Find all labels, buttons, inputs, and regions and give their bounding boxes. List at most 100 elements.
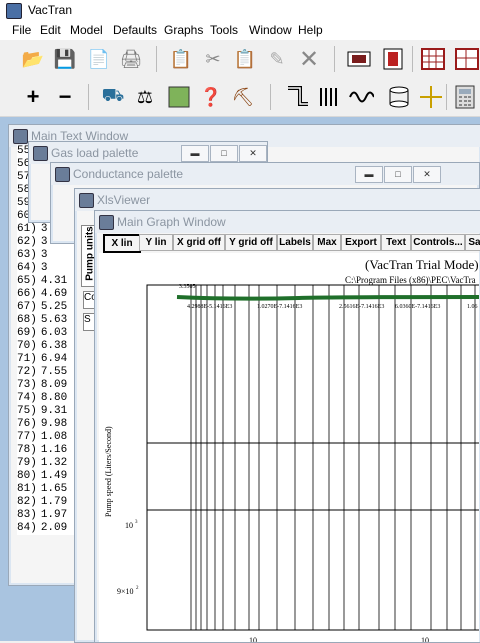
cylinder-icon[interactable] (384, 82, 414, 112)
max-button[interactable]: Max (313, 234, 341, 251)
cut-scissors-icon[interactable]: ✂ (198, 44, 228, 74)
graph-path: C:\Program Files (x86)\PEC\VacTra (345, 275, 476, 285)
row-number: 69) (17, 327, 37, 339)
grid-table-icon[interactable] (418, 44, 448, 74)
vacuum-chamber-icon[interactable]: ⛟ (98, 82, 128, 112)
row-value: 3 (40, 262, 48, 274)
y-tick-1e3: 10 (125, 521, 133, 530)
window-icon (99, 215, 114, 230)
balance-scale-icon[interactable]: ⚖ (130, 82, 160, 112)
grid-table-icon-svg (421, 48, 445, 70)
toolbar-separator (412, 46, 413, 72)
menu-help[interactable]: Help (298, 23, 323, 37)
row-number: 65) (17, 275, 37, 287)
toolbar-separator (446, 84, 447, 110)
gas-load-palette-title: Gas load palette (51, 146, 139, 160)
system-model-icon[interactable] (378, 44, 408, 74)
add-plus-icon[interactable]: + (18, 82, 48, 112)
row-number: 71) (17, 353, 37, 365)
row-value: 3 (40, 249, 48, 261)
x-lin-button[interactable]: X lin (103, 234, 141, 253)
y-lin-button[interactable]: Y lin (139, 234, 173, 251)
material-panel-icon[interactable] (164, 82, 194, 112)
edit-check-icon[interactable]: ✎ (262, 44, 292, 74)
paste-icon[interactable]: 📋 (230, 44, 260, 74)
row-value: 1.97 (40, 509, 68, 521)
open-folder-icon[interactable]: 📂 (18, 44, 48, 74)
conductance-palette-title: Conductance palette (73, 167, 184, 181)
row-number: 76) (17, 418, 37, 430)
tube-bundle-icon-svg (320, 88, 337, 106)
tool-wrench-icon[interactable]: ⛏ (228, 82, 258, 112)
y-tick-9e2: 9×10 (117, 587, 134, 596)
minimize-button[interactable]: ▬ (355, 166, 383, 183)
row-number: 74) (17, 392, 37, 404)
save-disk-icon[interactable]: 💾 (50, 44, 80, 74)
pipe-elbow-icon-svg (288, 86, 308, 106)
text-button[interactable]: Text (381, 234, 411, 251)
export-button[interactable]: Export (341, 234, 381, 251)
labels-button[interactable]: Labels (277, 234, 313, 251)
new-document-icon[interactable]: 📄 (84, 44, 114, 74)
row-number: 67) (17, 301, 37, 313)
row-value: 3 (40, 223, 48, 235)
row-number: 78) (17, 444, 37, 456)
row-value: 7.55 (40, 366, 68, 378)
system-model-icon-svg (383, 48, 403, 70)
controls-button[interactable]: Controls... (411, 234, 465, 251)
menu-tools[interactable]: Tools (210, 23, 238, 37)
toolbar-main: 📂 💾 📄 🖨 📋 ✂ 📋 ✎ ✕ (0, 40, 480, 79)
cylinder-icon-svg (389, 86, 409, 108)
row-number: 61) (17, 223, 37, 235)
app-title: VacTran (28, 3, 73, 17)
app-icon (6, 3, 22, 19)
menu-graphs[interactable]: Graphs (164, 23, 203, 37)
maximize-button[interactable]: □ (384, 166, 412, 183)
delete-x-icon[interactable]: ✕ (294, 44, 324, 74)
pipe-elbow-icon[interactable] (282, 82, 312, 112)
row-number: 75) (17, 405, 37, 417)
remove-minus-icon[interactable]: − (50, 82, 80, 112)
x-grid-off-button[interactable]: X grid off (173, 234, 225, 251)
menu-file[interactable]: File (12, 23, 31, 37)
menu-window[interactable]: Window (249, 23, 292, 37)
crosshair-icon[interactable] (416, 82, 446, 112)
menu-defaults[interactable]: Defaults (113, 23, 157, 37)
y-grid-off-button[interactable]: Y grid off (225, 234, 277, 251)
gas-help-icon[interactable]: ❓ (196, 82, 226, 112)
calculator-icon[interactable] (450, 82, 480, 112)
menu-model[interactable]: Model (70, 23, 103, 37)
xls-viewer-titlebar[interactable]: XlsViewer (75, 189, 480, 211)
row-value: 2.09 (40, 522, 68, 534)
row-number: 70) (17, 340, 37, 352)
toolbar-separator (334, 46, 335, 72)
tube-bundle-icon[interactable] (314, 82, 344, 112)
toolbar-separator (88, 84, 89, 110)
minimize-button[interactable]: ▬ (181, 145, 209, 162)
row-value: 6.38 (40, 340, 68, 352)
graph-canvas: (VacTran Trial Mode) C:\Program Files (x… (99, 253, 479, 642)
annotation-5: 1.06 (467, 304, 478, 310)
save-button[interactable]: Save (465, 234, 480, 251)
row-number: 82) (17, 496, 37, 508)
copy-icon[interactable]: 📋 (166, 44, 196, 74)
print-icon[interactable]: 🖨 (116, 44, 146, 74)
close-button[interactable]: ✕ (239, 145, 267, 162)
row-value: 9.31 (40, 405, 68, 417)
pump-model-icon[interactable] (344, 44, 374, 74)
row-number: 80) (17, 470, 37, 482)
row-value: 5.63 (40, 314, 68, 326)
pipe-coil-icon[interactable] (346, 82, 376, 112)
maximize-button[interactable]: □ (210, 145, 238, 162)
row-number: 84) (17, 522, 37, 534)
chart-grid-icon[interactable] (452, 44, 480, 74)
row-value: 4.69 (40, 288, 68, 300)
menu-edit[interactable]: Edit (40, 23, 61, 37)
main-graph-window-titlebar[interactable]: Main Graph Window (95, 211, 480, 233)
row-value: 6.03 (40, 327, 68, 339)
close-button[interactable]: ✕ (413, 166, 441, 183)
main-graph-window: Main Graph Window X lin Y lin X grid off… (94, 210, 480, 643)
conductance-palette-titlebar[interactable]: Conductance palette ▬ □ ✕ (51, 163, 479, 185)
pipe-coil-icon-svg (349, 91, 374, 103)
gas-load-palette-titlebar[interactable]: Gas load palette ▬ □ ✕ (29, 142, 267, 164)
